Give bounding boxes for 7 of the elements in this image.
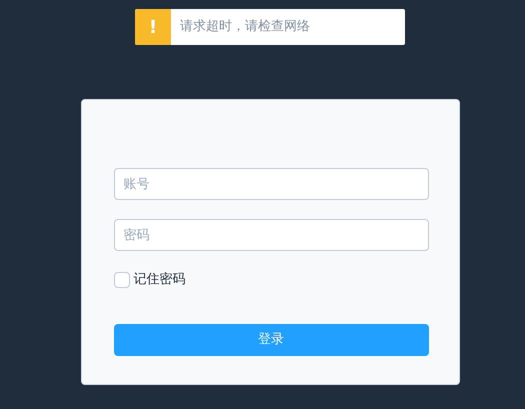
password-field[interactable]: 密码: [114, 219, 428, 251]
login-button[interactable]: 登录: [114, 324, 428, 356]
remember-checkbox[interactable]: [114, 272, 130, 288]
toast-message: 请求超时，请检查网络: [180, 18, 310, 36]
remember-label: 记住密码: [134, 271, 186, 289]
account-field[interactable]: 账号: [114, 168, 428, 200]
warning-icon: !: [135, 9, 171, 45]
